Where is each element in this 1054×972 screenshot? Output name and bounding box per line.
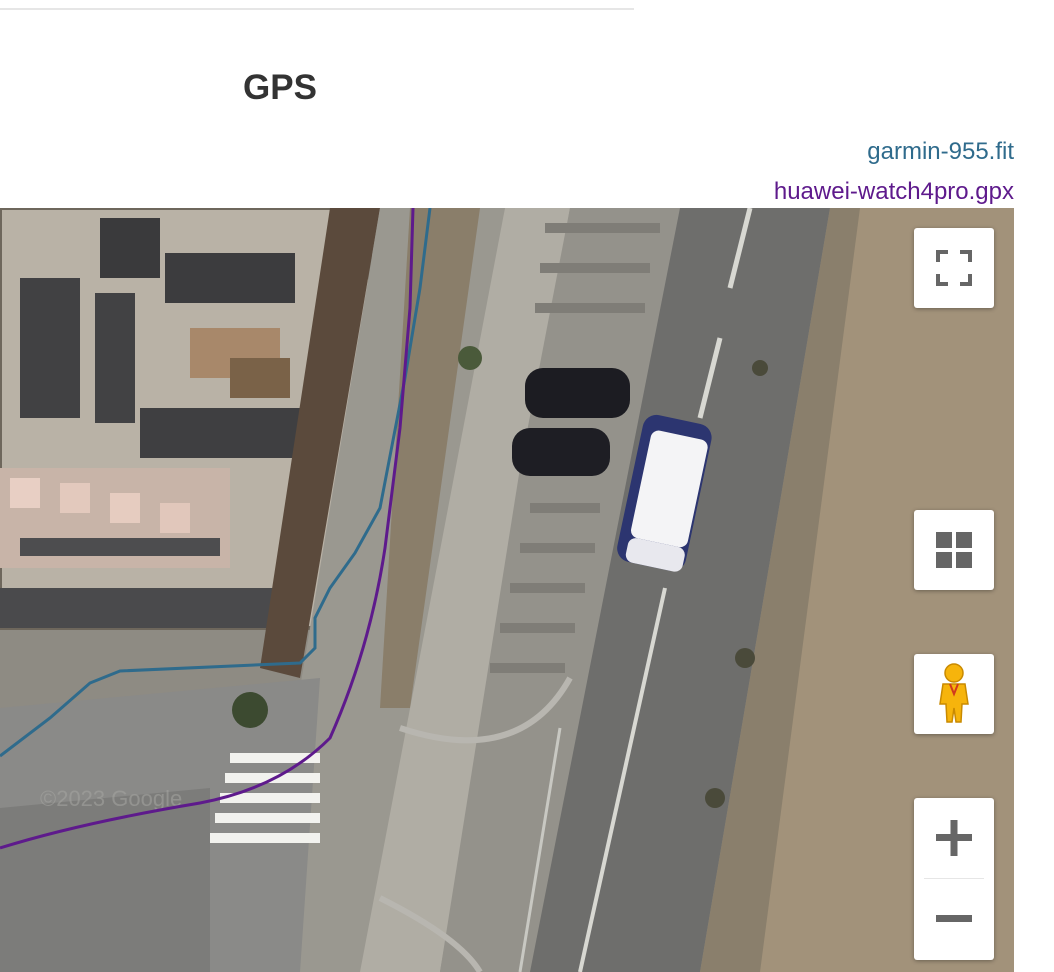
minus-icon xyxy=(936,915,972,922)
fullscreen-icon xyxy=(936,250,972,286)
map-watermark: ©2023 Google xyxy=(40,786,182,811)
grid-icon xyxy=(936,532,972,568)
pegman-icon xyxy=(939,663,969,723)
map-canvas[interactable]: ©2023 Google xyxy=(0,208,1014,972)
zoom-in-button[interactable] xyxy=(914,798,994,878)
fullscreen-button[interactable] xyxy=(914,228,994,308)
plus-icon xyxy=(936,820,972,856)
map-type-button[interactable] xyxy=(914,510,994,590)
satellite-imagery: ©2023 Google xyxy=(0,208,1014,972)
street-view-button[interactable] xyxy=(914,654,994,734)
zoom-out-button[interactable] xyxy=(914,879,994,959)
legend-item-garmin: garmin-955.fit xyxy=(867,138,1014,165)
header-divider xyxy=(0,8,634,10)
page-title: GPS xyxy=(243,68,317,107)
track-legend: garmin-955.fit huawei-watch4pro.gpx xyxy=(774,132,1014,212)
zoom-control xyxy=(914,798,994,960)
legend-item-huawei: huawei-watch4pro.gpx xyxy=(773,178,1014,205)
